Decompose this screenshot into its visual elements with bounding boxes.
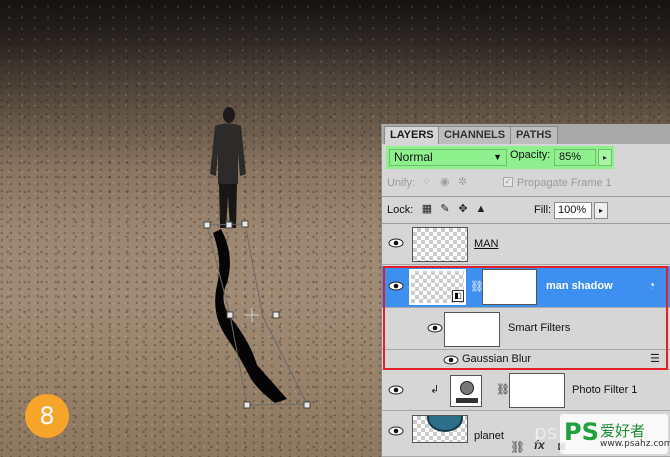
link-icon[interactable]: ⛓ [510, 440, 525, 454]
eye-icon[interactable] [388, 238, 404, 248]
fill-field[interactable]: 100% [554, 202, 592, 219]
layer-name: MAN [474, 238, 499, 250]
mask-thumbnail [509, 373, 565, 408]
propagate-checkbox[interactable]: ✓ [503, 177, 513, 187]
unify-position-icon[interactable]: ⁘ [422, 175, 436, 189]
blend-mode-value: Normal [394, 150, 433, 164]
blend-opacity-row: Normal ▼ Opacity: 85% ▸ [386, 146, 614, 169]
propagate-label: Propagate Frame 1 [517, 177, 612, 189]
clip-arrow-icon: ↲ [430, 384, 440, 396]
blend-mode-select[interactable]: Normal ▼ [389, 149, 507, 166]
fill-label: Fill: [534, 204, 552, 216]
logo-mark: PS [564, 418, 599, 446]
eye-icon[interactable] [388, 385, 404, 395]
divider [382, 196, 670, 197]
highlight-annotation [383, 266, 668, 370]
unify-visibility-icon[interactable]: ◉ [440, 175, 454, 189]
tab-layers[interactable]: LAYERS [384, 126, 440, 144]
lock-row: Lock: ▦ ✎ ✥ ▲ Fill: 100% ▸ [382, 198, 670, 222]
unify-style-icon[interactable]: ✲ [458, 175, 472, 189]
panel-tabs: LAYERS CHANNELS PATHS [382, 124, 670, 144]
layer-name: planet [474, 430, 504, 442]
opacity-field[interactable]: 85% [554, 149, 596, 166]
logo-text: 爱好者 [600, 422, 646, 440]
tab-paths[interactable]: PATHS [510, 126, 558, 144]
unify-label: Unify: [387, 177, 416, 189]
logo-url: www.psahz.com [600, 439, 670, 449]
man-figure [210, 107, 246, 228]
opacity-slider-button[interactable]: ▸ [598, 149, 612, 166]
layer-thumbnail [412, 415, 468, 443]
lock-position-icon[interactable]: ✥ [456, 202, 470, 216]
shadow-transform[interactable] [195, 215, 320, 415]
lock-pixels-icon[interactable]: ✎ [438, 202, 452, 216]
adjustment-icon [450, 375, 482, 407]
layer-thumbnail [412, 227, 468, 262]
fill-slider-button[interactable]: ▸ [594, 202, 608, 219]
layer-photo-filter[interactable]: ↲ ⛓ Photo Filter 1 [382, 371, 670, 411]
layer-name: Photo Filter 1 [572, 384, 638, 396]
lock-all-icon[interactable]: ▲ [474, 202, 488, 216]
site-logo: PS 爱好者 www.psahz.com [560, 414, 670, 454]
tab-channels[interactable]: CHANNELS [438, 126, 512, 144]
opacity-label: Opacity: [510, 149, 551, 161]
eye-icon[interactable] [388, 426, 404, 436]
lock-label: Lock: [387, 204, 414, 216]
layer-man[interactable]: MAN [382, 224, 670, 265]
step-badge: 8 [25, 394, 69, 438]
link-icon[interactable]: ⛓ [496, 383, 510, 396]
lock-transparency-icon[interactable]: ▦ [420, 202, 434, 216]
watermark-text: ps [534, 420, 558, 444]
chevron-down-icon: ▼ [493, 152, 502, 162]
unify-row: Unify: ⁘ ◉ ✲ ✓ Propagate Frame 1 [382, 171, 670, 195]
